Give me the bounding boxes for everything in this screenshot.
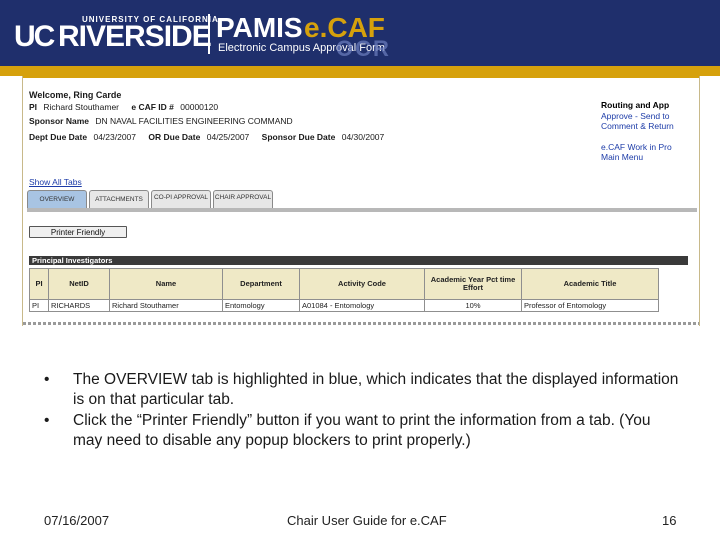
ecaf-work-in-progress-link[interactable]: e.CAF Work in Pro (601, 142, 699, 153)
col-header-activity-code: Activity Code (299, 268, 425, 300)
sponsor-due-label: Sponsor Due Date (261, 132, 336, 142)
banner-divider (208, 14, 210, 54)
bullet-glyph: • (44, 412, 50, 429)
dept-due-label: Dept Due Date (29, 132, 88, 142)
sponsor-row: Sponsor Name DN NAVAL FACILITIES ENGINEE… (29, 116, 303, 126)
ecaf-screenshot: Welcome, Ring Carde PI Richard Stouthame… (22, 76, 700, 326)
table-row: PI RICHARDS Richard Stouthamer Entomolog… (29, 299, 659, 312)
gold-strip (0, 66, 720, 76)
routing-spacer (601, 132, 699, 142)
main-menu-link[interactable]: Main Menu (601, 152, 699, 163)
ocr-logo-text: OCR (336, 36, 391, 61)
sponsor-label: Sponsor Name (29, 116, 89, 126)
footer-date: 07/16/2007 (44, 513, 110, 528)
screenshot-top-rule (23, 76, 699, 78)
tab-bar: OVERVIEW ATTACHMENTS CO-PI APPROVAL CHAI… (27, 190, 697, 210)
cell-pi: PI (29, 299, 49, 312)
caf-id-label: e CAF ID # (131, 102, 174, 112)
dept-due-value: 04/23/2007 (93, 132, 137, 142)
tab-attachments[interactable]: ATTACHMENTS (89, 190, 149, 208)
bullet-text: Click the “Printer Friendly” button if y… (73, 412, 651, 449)
page-number: 16 (662, 513, 677, 528)
tab-co-pi-approval[interactable]: CO-PI APPROVAL (151, 190, 211, 208)
col-header-academic-title: Academic Title (521, 268, 659, 300)
pi-label: PI (29, 102, 38, 112)
or-due-value: 04/25/2007 (206, 132, 250, 142)
or-due-label: OR Due Date (148, 132, 201, 142)
due-dates-row: Dept Due Date 04/23/2007 OR Due Date 04/… (29, 132, 394, 142)
sponsor-value: DN NAVAL FACILITIES ENGINEERING COMMAND (95, 116, 293, 126)
uc-logo-text: UC (14, 20, 55, 53)
cell-pct-effort: 10% (424, 299, 522, 312)
printer-friendly-button[interactable]: Printer Friendly (29, 226, 127, 238)
pi-value: Richard Stouthamer (43, 102, 119, 112)
pi-row: PI Richard Stouthamer e CAF ID # 0000012… (29, 102, 228, 112)
col-header-name: Name (109, 268, 223, 300)
tab-overview[interactable]: OVERVIEW (27, 190, 87, 208)
pi-section-title: Principal Investigators (29, 256, 688, 265)
routing-title: Routing and App (601, 100, 670, 110)
pi-table: PI NetID Name Department Activity Code A… (29, 268, 659, 312)
cell-netid: RICHARDS (48, 299, 110, 312)
pi-table-header-row: PI NetID Name Department Activity Code A… (29, 268, 659, 300)
cell-activity-code: A01084 - Entomology (299, 299, 425, 312)
show-all-tabs-link[interactable]: Show All Tabs (29, 177, 82, 187)
welcome-text: Welcome, Ring Carde (29, 90, 122, 100)
list-item: • The OVERVIEW tab is highlighted in blu… (44, 370, 684, 410)
col-header-department: Department (222, 268, 300, 300)
col-header-pct-effort: Academic Year Pct time Effort (424, 268, 522, 300)
col-header-pi: PI (29, 268, 49, 300)
cell-department: Entomology (222, 299, 300, 312)
bullet-list: • The OVERVIEW tab is highlighted in blu… (44, 370, 684, 452)
bullet-glyph: • (44, 371, 50, 388)
col-header-netid: NetID (48, 268, 110, 300)
tab-bar-rule (27, 208, 697, 212)
screenshot-bottom-rule (23, 322, 699, 325)
bullet-text: The OVERVIEW tab is highlighted in blue,… (73, 371, 679, 408)
cell-academic-title: Professor of Entomology (521, 299, 659, 312)
routing-panel: Routing and App Approve - Send to Commen… (601, 100, 699, 163)
cell-name: Richard Stouthamer (109, 299, 223, 312)
sponsor-due-value: 04/30/2007 (341, 132, 385, 142)
riverside-logo-text: RIVERSIDE (58, 20, 212, 53)
approve-send-link[interactable]: Approve - Send to (601, 111, 699, 122)
caf-id-value: 00000120 (180, 102, 219, 112)
tab-chair-approval[interactable]: CHAIR APPROVAL (213, 190, 273, 208)
pamis-logo-text: PAMIS (216, 12, 303, 43)
comment-return-link[interactable]: Comment & Return (601, 121, 699, 132)
list-item: • Click the “Printer Friendly” button if… (44, 411, 684, 451)
footer-title: Chair User Guide for e.CAF (287, 513, 447, 528)
header-banner: UC UNIVERSITY OF CALIFORNIA RIVERSIDE PA… (0, 0, 720, 66)
